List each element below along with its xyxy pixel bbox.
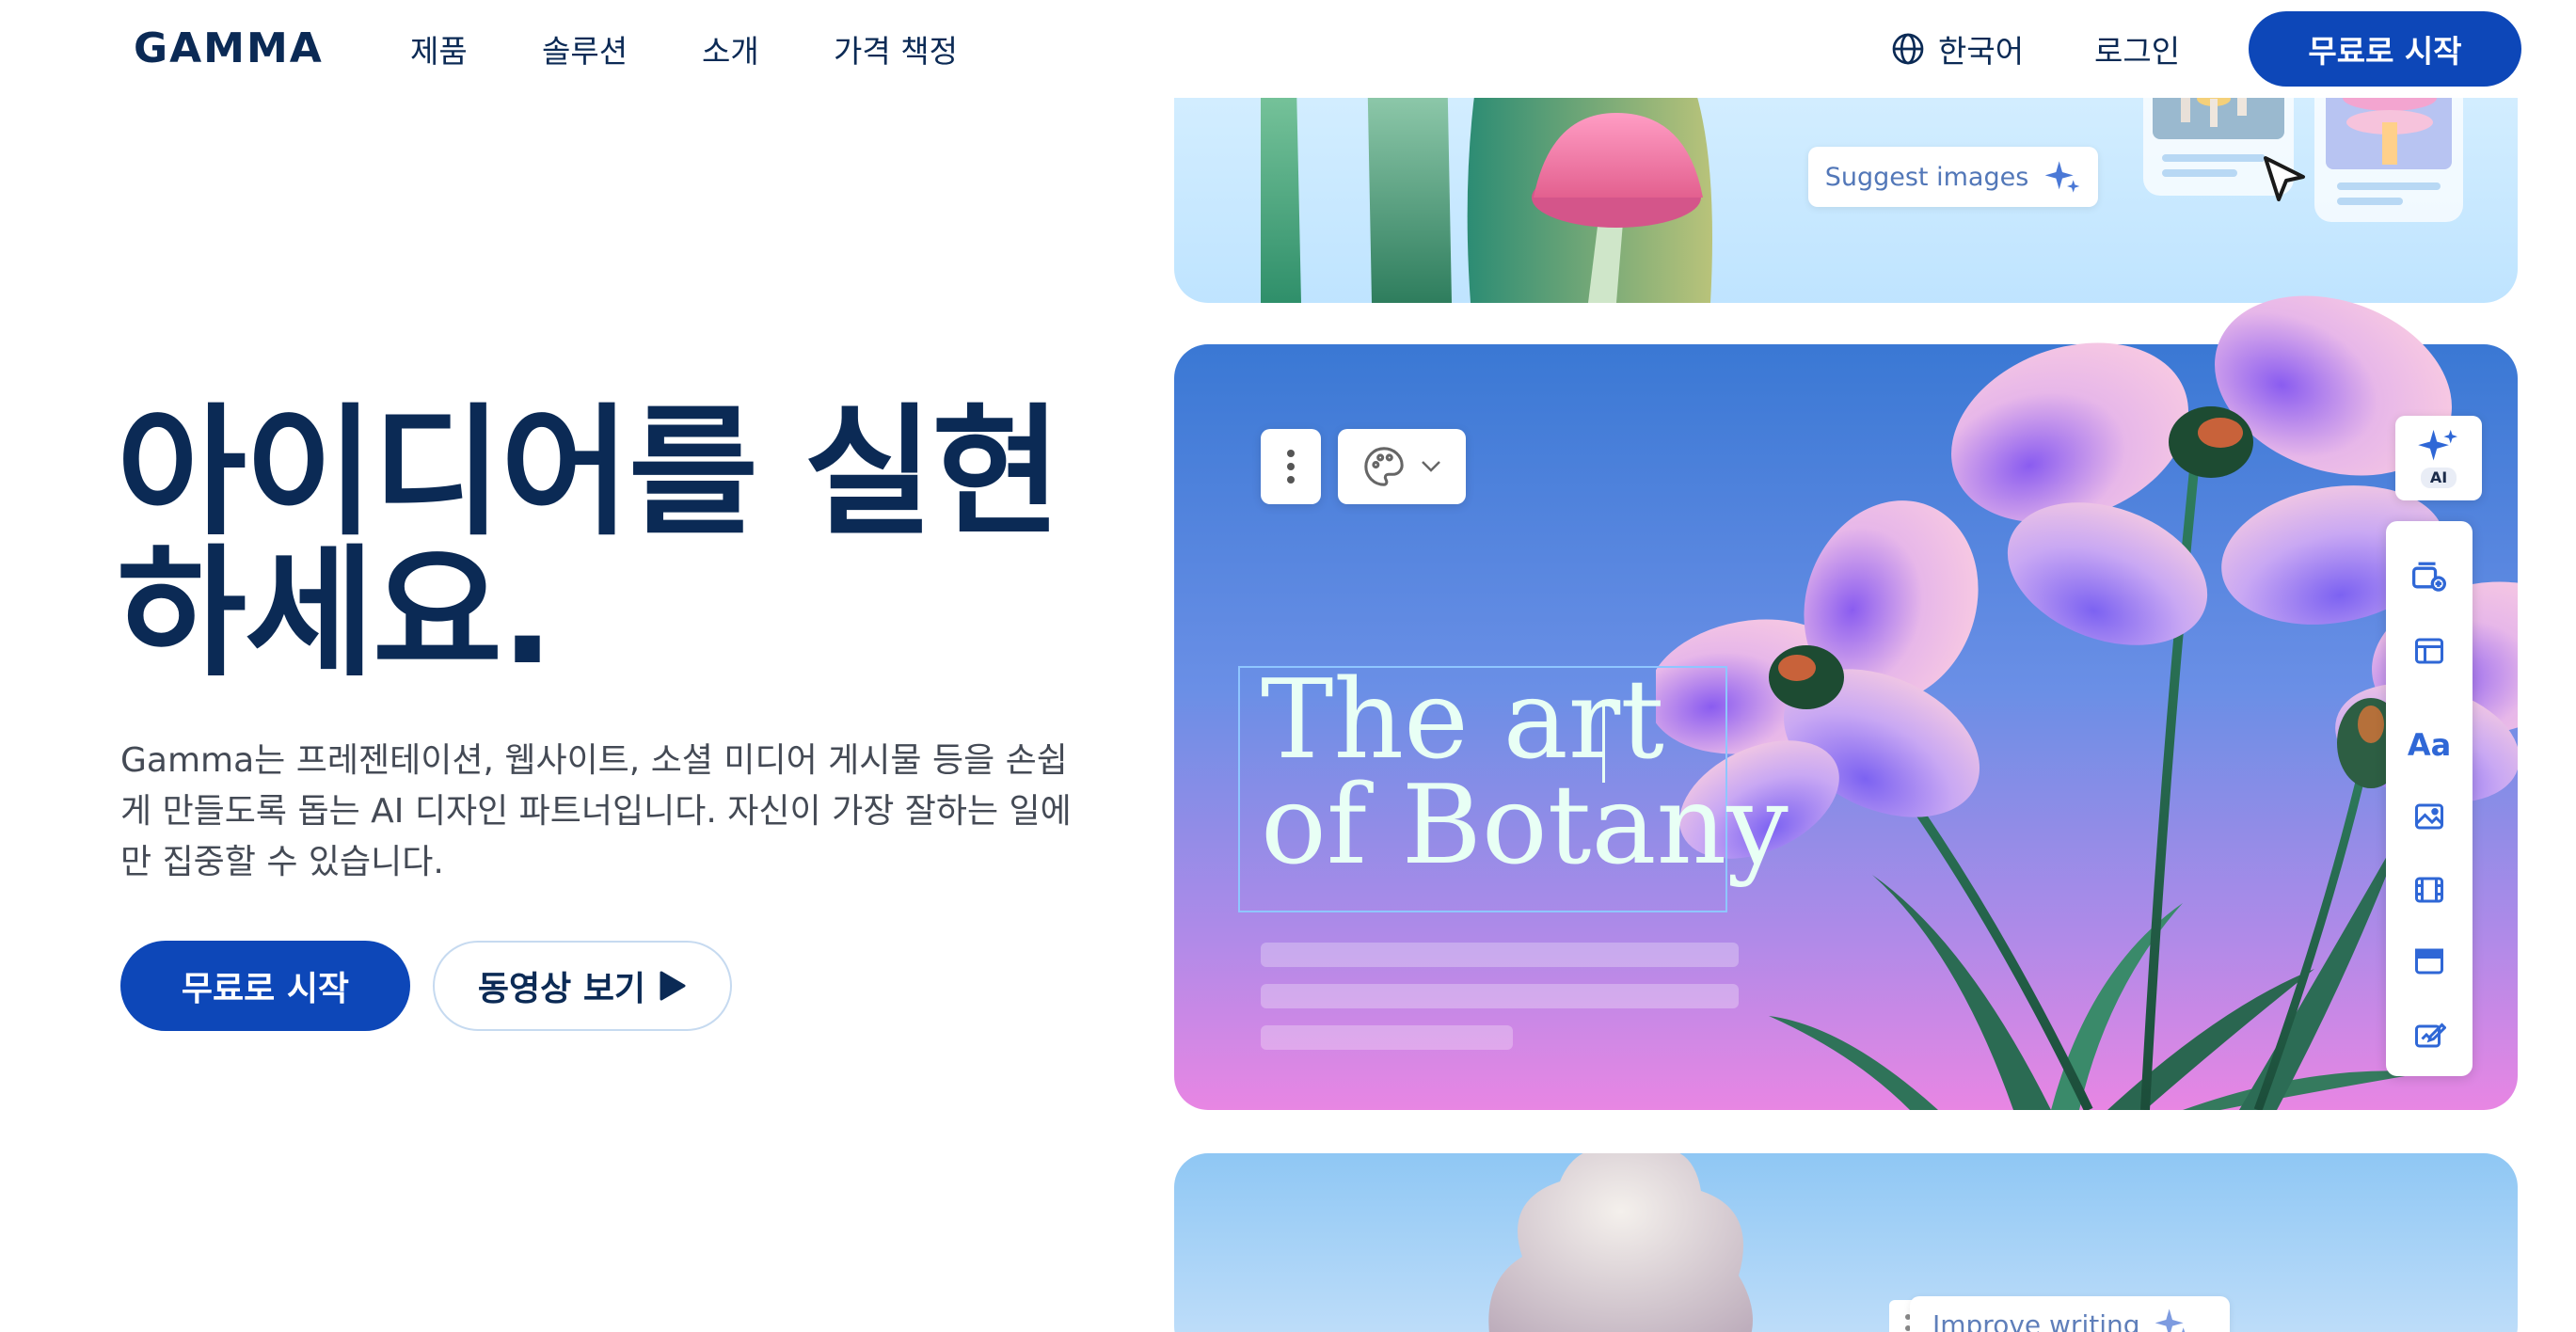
add-card-icon[interactable] [2409,557,2450,598]
nav-link-about[interactable]: 소개 [702,26,759,71]
sparkle-icon [2155,1308,2185,1332]
login-link[interactable]: 로그인 [2094,26,2180,71]
globe-icon [1892,33,1924,65]
form-icon[interactable] [2409,1014,2450,1055]
improve-writing-chip[interactable]: Improve writing [1910,1296,2230,1332]
placeholder-line [1261,1025,1513,1050]
placeholder-line [1261,984,1739,1008]
cloud-plant-illustration [1488,1153,1753,1332]
improve-writing-label: Improve writing [1932,1308,2140,1332]
sparkle-icon [2044,161,2080,193]
chevron-down-icon [1422,461,1440,472]
watch-video-label: 동영상 보기 [477,970,646,1008]
nav-start-free-button[interactable]: 무료로 시작 [2249,11,2521,87]
language-selector[interactable]: 한국어 [1891,26,2024,71]
cursor-arrow-icon [2264,156,2305,201]
watch-video-button[interactable]: 동영상 보기 [433,941,732,1031]
gamma-logo[interactable]: GAMMA [134,24,324,72]
text-icon[interactable]: Aa [2408,724,2451,766]
hero-title: 아이디어를 실현 하세요. [117,403,1133,685]
theme-palette-button[interactable] [1338,429,1466,504]
hero-title-line2: 하세요. [117,532,554,696]
embed-icon[interactable] [2409,941,2450,982]
image-icon[interactable] [2409,796,2450,837]
ai-badge: AI [2420,468,2457,488]
showcase-card-bottom [1174,1153,2518,1332]
hero-start-free-button[interactable]: 무료로 시작 [120,941,410,1031]
hero-title-line1: 아이디어를 실현 [117,391,1061,555]
card-title: The art of Botany [1261,657,1789,889]
top-navigation: GAMMA 제품 솔루션 소개 가격 책정 한국어 로그인 무료로 시작 [0,0,2576,98]
placeholder-line [1261,943,1739,967]
nav-link-solutions[interactable]: 솔루션 [542,26,628,71]
layout-icon[interactable] [2409,630,2450,672]
nav-link-product[interactable]: 제품 [410,26,468,71]
play-icon [660,971,686,1001]
card-title-line2: of Botany [1261,762,1789,889]
video-icon[interactable] [2409,869,2450,911]
suggest-images-label: Suggest images [1824,162,2029,192]
vertical-dots-icon [1287,450,1295,484]
nav-link-pricing[interactable]: 가격 책정 [834,26,958,71]
ai-assist-button[interactable]: AI [2395,416,2482,500]
palette-icon [1364,447,1404,486]
ai-sparkle-icon [2418,429,2457,461]
card-title-line1: The art [1261,657,1664,784]
language-label: 한국어 [1938,33,2025,70]
hero-subtitle: Gamma는 프레젠테이션, 웹사이트, 소셜 미디어 게시물 등을 손쉽게 만… [120,741,1072,881]
card-menu-button[interactable] [1261,429,1321,504]
text-caret [1602,700,1605,783]
suggest-images-chip[interactable]: Suggest images [1808,147,2098,207]
